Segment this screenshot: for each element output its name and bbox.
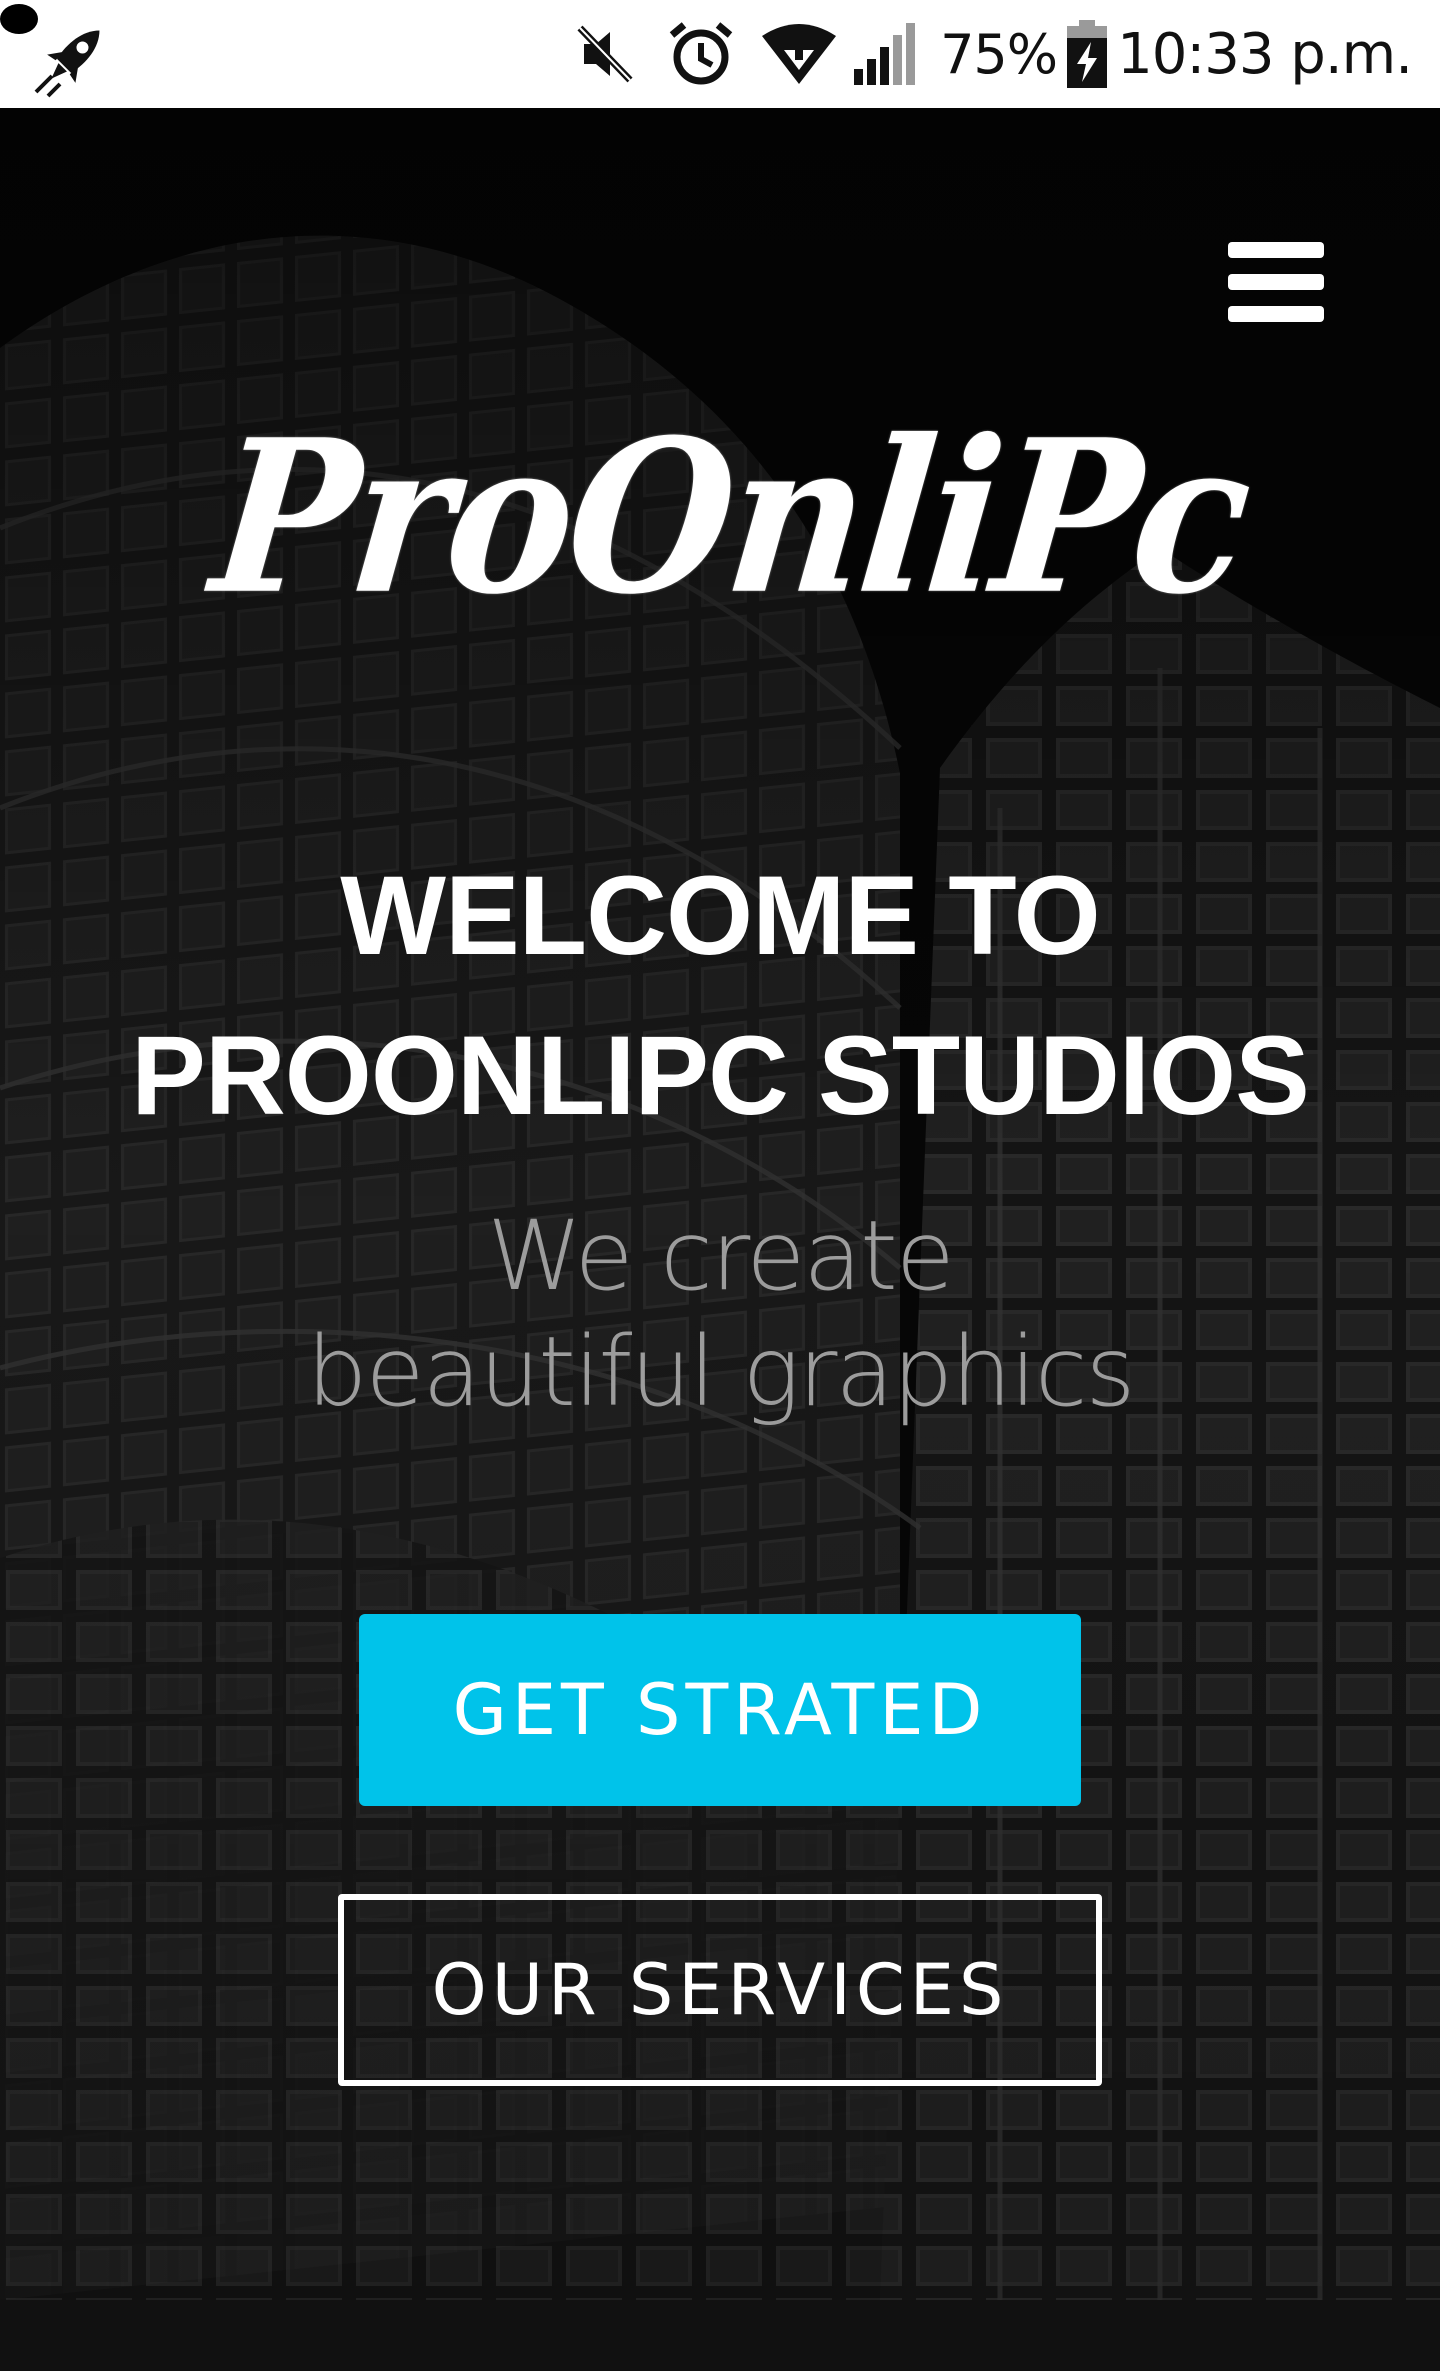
hero-section: ProOnliPc WELCOME TO PROONLIPC STUDIOS W…: [0, 108, 1440, 2300]
alarm-icon: [666, 19, 736, 89]
logo-text: ProOnliPc: [202, 393, 1258, 642]
site-logo[interactable]: ProOnliPc: [170, 358, 1290, 718]
get-started-button[interactable]: GET STRATED: [359, 1614, 1081, 1806]
hero-title-line1: WELCOME TO: [340, 853, 1100, 978]
hero-subtitle-line1: We create: [487, 1200, 955, 1312]
rocket-icon: [30, 12, 118, 100]
footer-strip: [0, 2300, 1440, 2371]
status-bar: 75% 10:33 p.m.: [0, 0, 1440, 108]
status-icons: 75% 10:33 p.m.: [570, 0, 1413, 108]
battery-charging-icon: [1067, 20, 1108, 88]
hero-title: WELCOME TO PROONLIPC STUDIOS: [0, 836, 1440, 1156]
wifi-icon: [760, 22, 838, 86]
hero-subtitle: We create beautiful graphics: [0, 1198, 1440, 1430]
hero-subtitle-line2: beautiful graphics: [306, 1316, 1136, 1428]
mute-icon: [570, 22, 640, 86]
hero-title-line2: PROONLIPC STUDIOS: [131, 1013, 1310, 1138]
hamburger-menu-icon[interactable]: [1228, 242, 1324, 322]
our-services-button[interactable]: OUR SERVICES: [338, 1894, 1102, 2086]
battery-percentage: 75%: [940, 22, 1058, 86]
signal-icon: [852, 21, 918, 87]
clock-time: 10:33 p.m.: [1117, 21, 1413, 87]
